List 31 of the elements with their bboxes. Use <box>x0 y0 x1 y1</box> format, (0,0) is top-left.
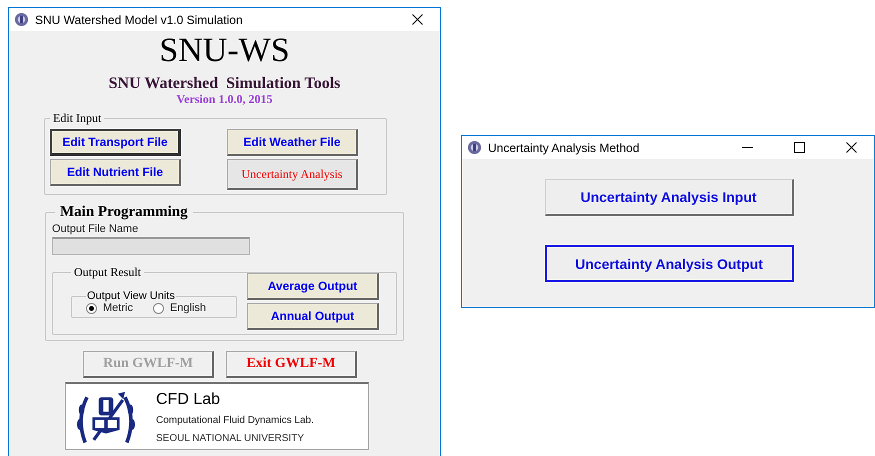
lab-full-name: Computational Fluid Dynamics Lab. <box>156 415 314 426</box>
app-emblem-icon <box>14 12 29 27</box>
radio-button[interactable] <box>86 302 97 314</box>
app-emblem-icon <box>467 140 482 155</box>
group-legend: Output Result <box>71 265 144 280</box>
radio-button[interactable] <box>152 302 164 314</box>
lab-name: CFD Lab <box>156 390 222 410</box>
edit-button[interactable]: Uncertainty Analysis <box>227 159 358 190</box>
group-legend: Output View Units <box>86 290 176 302</box>
close-icon <box>412 14 422 25</box>
group-legend: Main Programming <box>55 204 193 221</box>
edit-button[interactable]: Edit Nutrient File <box>50 159 181 186</box>
radio-label: English <box>170 302 206 314</box>
group-legend: Edit Input <box>50 111 104 126</box>
edit-button[interactable]: Edit Transport File <box>50 129 181 156</box>
maximize-icon <box>794 142 804 153</box>
field-label: Output File Name <box>52 223 140 235</box>
app-heading: SNU-WS <box>159 33 290 69</box>
dialog-button[interactable]: Uncertainty Analysis Output <box>544 245 794 282</box>
radio-label: Metric <box>103 302 133 314</box>
university-name: SEOUL NATIONAL UNIVERSITY <box>156 433 305 444</box>
window-title: SNU Watershed Model v1.0 Simulation <box>35 12 244 26</box>
action-button[interactable]: Exit GWLF-M <box>226 351 357 378</box>
dialog-button[interactable]: Uncertainty Analysis Input <box>544 179 794 216</box>
app-subtitle: SNU Watershed Simulation Tools <box>108 75 340 93</box>
window-title: Uncertainty Analysis Method <box>488 140 640 154</box>
output-button[interactable]: Average Output <box>247 273 379 300</box>
output-button[interactable]: Annual Output <box>247 303 379 330</box>
version-text: Version 1.0.0, 2015 <box>176 93 272 106</box>
edit-button[interactable]: Edit Weather File <box>227 129 358 156</box>
close-icon <box>846 142 856 153</box>
